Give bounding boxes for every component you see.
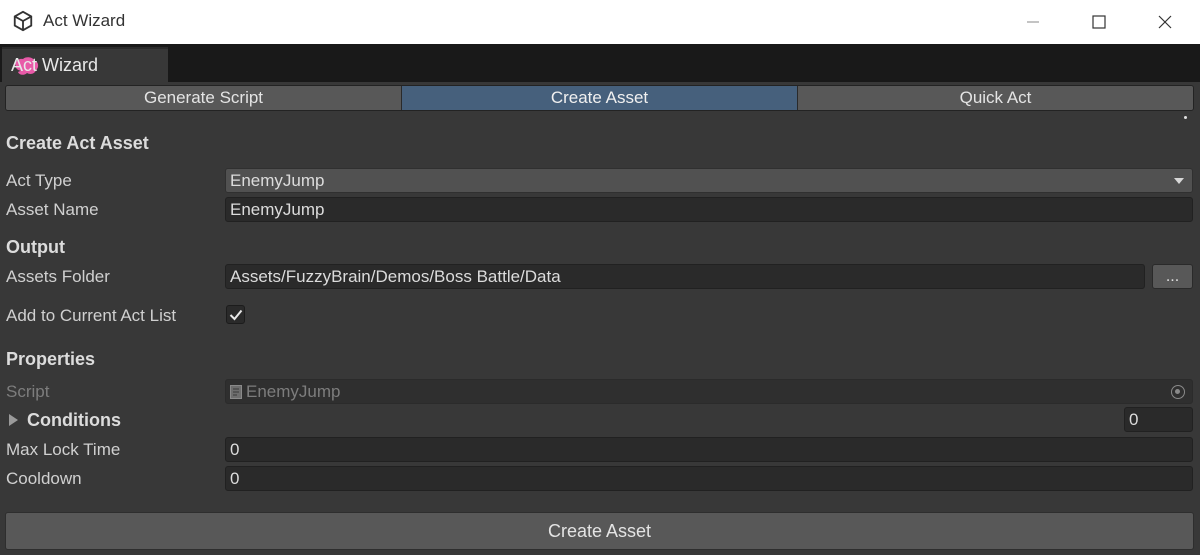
section-properties: Properties bbox=[6, 349, 96, 369]
foldout-arrow-icon[interactable] bbox=[9, 414, 18, 426]
tab-create-asset[interactable]: Create Asset bbox=[402, 86, 798, 110]
mode-toolbar: Generate Script Create Asset Quick Act bbox=[5, 85, 1194, 111]
dock-tab-act-wizard[interactable]: Act Wizard bbox=[2, 47, 168, 82]
section-create-act-asset: Create Act Asset bbox=[6, 133, 149, 153]
dock-tab-bar: Act Wizard bbox=[0, 44, 1200, 119]
max-lock-time-field[interactable]: 0 bbox=[225, 437, 1193, 462]
unity-logo-icon bbox=[13, 10, 33, 32]
conditions-count-field[interactable]: 0 bbox=[1124, 407, 1193, 432]
script-label: Script bbox=[6, 382, 50, 401]
tab-generate-script[interactable]: Generate Script bbox=[6, 86, 402, 110]
maximize-button[interactable] bbox=[1066, 0, 1132, 44]
browse-folder-button[interactable]: ... bbox=[1152, 264, 1193, 289]
asset-name-label: Asset Name bbox=[6, 200, 99, 219]
create-asset-button[interactable]: Create Asset bbox=[5, 512, 1194, 550]
tab-quick-act[interactable]: Quick Act bbox=[798, 86, 1193, 110]
minimize-icon bbox=[1027, 21, 1039, 23]
minimize-button[interactable] bbox=[1000, 0, 1066, 44]
act-type-dropdown[interactable]: EnemyJump bbox=[225, 168, 1193, 193]
close-icon bbox=[1158, 15, 1172, 29]
add-to-act-list-checkbox[interactable] bbox=[226, 305, 245, 324]
assets-folder-label: Assets Folder bbox=[6, 267, 110, 286]
assets-folder-field[interactable]: Assets/FuzzyBrain/Demos/Boss Battle/Data bbox=[225, 264, 1145, 289]
cooldown-label: Cooldown bbox=[6, 469, 82, 488]
chevron-down-icon bbox=[1174, 178, 1184, 184]
script-file-icon bbox=[230, 384, 242, 399]
asset-name-field[interactable]: EnemyJump bbox=[225, 197, 1193, 222]
checkmark-icon bbox=[229, 309, 242, 320]
maximize-icon bbox=[1092, 15, 1106, 29]
window-title: Act Wizard bbox=[43, 11, 126, 30]
add-to-act-list-label: Add to Current Act List bbox=[6, 306, 177, 325]
cooldown-field[interactable]: 0 bbox=[225, 466, 1193, 491]
act-type-value: EnemyJump bbox=[230, 170, 325, 190]
dock-tab-label: Act Wizard bbox=[11, 55, 99, 75]
close-button[interactable] bbox=[1132, 0, 1198, 44]
script-field: EnemyJump bbox=[225, 379, 1193, 404]
act-type-label: Act Type bbox=[6, 171, 72, 190]
script-value: EnemyJump bbox=[246, 381, 341, 401]
conditions-foldout-label[interactable]: Conditions bbox=[27, 410, 121, 431]
object-picker-icon[interactable] bbox=[1171, 385, 1185, 399]
max-lock-time-label: Max Lock Time bbox=[6, 440, 121, 459]
section-output: Output bbox=[6, 237, 65, 257]
window-titlebar: Act Wizard bbox=[0, 0, 1200, 44]
